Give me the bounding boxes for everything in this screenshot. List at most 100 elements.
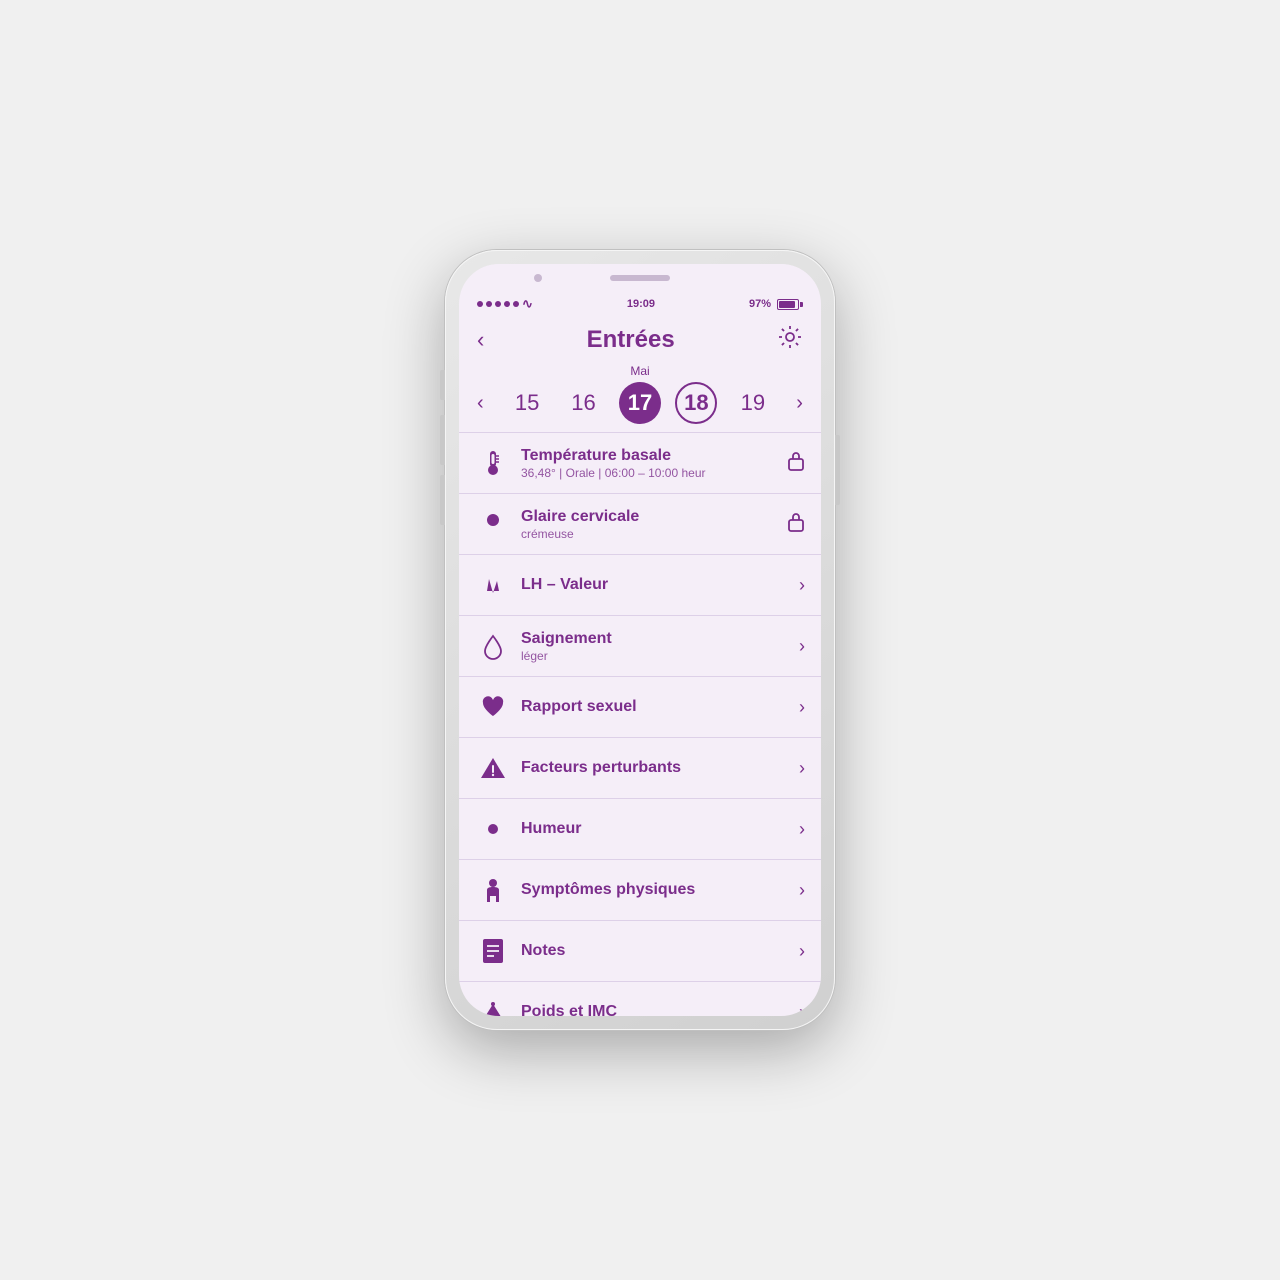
peace-svg <box>479 510 507 538</box>
date-19[interactable]: 19 <box>732 382 774 424</box>
poids-label: Poids et IMC <box>521 1003 789 1016</box>
battery-percent: 97% <box>749 298 771 310</box>
lh-content: LH – Valeur <box>511 576 799 594</box>
date-navigator: ‹ 15 16 17 18 19 › <box>459 382 821 424</box>
settings-button[interactable] <box>777 324 803 356</box>
gear-icon <box>777 324 803 350</box>
menu-item-temperature[interactable]: Température basale 36,48° | Orale | 06:0… <box>459 432 821 493</box>
peace-icon <box>475 506 511 542</box>
menu-item-notes[interactable]: Notes › <box>459 920 821 981</box>
sun-icon <box>475 811 511 847</box>
signal-dot-3 <box>495 301 501 307</box>
symptomes-content: Symptômes physiques <box>511 881 799 899</box>
glaire-sublabel: crémeuse <box>521 527 777 541</box>
heart-icon <box>475 689 511 725</box>
glaire-content: Glaire cervicale crémeuse <box>511 508 787 541</box>
status-bar: ∿ 19:09 97% <box>459 292 821 316</box>
wifi-icon: ∿ <box>522 296 533 312</box>
drop-svg <box>479 632 507 660</box>
lock-icon-2 <box>787 511 805 533</box>
person-icon <box>475 872 511 908</box>
battery-icon <box>777 299 803 310</box>
menu-item-lh[interactable]: LH – Valeur › <box>459 554 821 615</box>
saignement-label: Saignement <box>521 630 789 648</box>
wave-svg <box>479 571 507 599</box>
person-svg <box>479 876 507 904</box>
notes-icon <box>475 933 511 969</box>
menu-item-poids[interactable]: Poids et IMC › <box>459 981 821 1016</box>
lock-icon <box>787 450 805 472</box>
status-time: 19:09 <box>627 298 655 310</box>
date-section: Mai ‹ 15 16 17 18 19 › <box>459 360 821 432</box>
status-right-area: 97% <box>749 298 803 310</box>
prev-date-button[interactable]: ‹ <box>469 392 492 415</box>
phone-speaker <box>610 275 670 281</box>
side-button-power <box>835 435 840 505</box>
humeur-content: Humeur <box>511 820 799 838</box>
menu-list: Température basale 36,48° | Orale | 06:0… <box>459 432 821 1016</box>
menu-item-facteurs[interactable]: Facteurs perturbants › <box>459 737 821 798</box>
menu-item-humeur[interactable]: Humeur › <box>459 798 821 859</box>
poids-content: Poids et IMC <box>511 1003 799 1016</box>
signal-dot-2 <box>486 301 492 307</box>
month-label: Mai <box>630 364 649 378</box>
date-15[interactable]: 15 <box>506 382 548 424</box>
glaire-lock <box>787 511 805 538</box>
signal-area: ∿ <box>477 296 533 312</box>
facteurs-label: Facteurs perturbants <box>521 759 789 777</box>
facteurs-chevron: › <box>799 758 805 779</box>
temperature-label: Température basale <box>521 447 777 465</box>
rapport-chevron: › <box>799 697 805 718</box>
saignement-chevron: › <box>799 636 805 657</box>
signal-dots: ∿ <box>477 296 533 312</box>
warning-svg <box>479 754 507 782</box>
drop-icon <box>475 628 511 664</box>
menu-item-glaire[interactable]: Glaire cervicale crémeuse <box>459 493 821 554</box>
symptomes-label: Symptômes physiques <box>521 881 789 899</box>
menu-item-rapport[interactable]: Rapport sexuel › <box>459 676 821 737</box>
temperature-content: Température basale 36,48° | Orale | 06:0… <box>511 447 787 480</box>
notes-svg <box>479 937 507 965</box>
battery-tip <box>800 302 803 307</box>
battery-fill <box>779 301 795 308</box>
side-button-vol-down <box>440 475 445 525</box>
side-button-vol-up <box>440 415 445 465</box>
notes-chevron: › <box>799 941 805 962</box>
notes-content: Notes <box>511 942 799 960</box>
sun-svg <box>479 815 507 843</box>
saignement-sublabel: léger <box>521 649 789 663</box>
lh-chevron: › <box>799 575 805 596</box>
poids-chevron: › <box>799 1002 805 1017</box>
phone-screen: ∿ 19:09 97% ‹ Entrées <box>459 264 821 1016</box>
heart-svg <box>479 693 507 721</box>
rapport-content: Rapport sexuel <box>511 698 799 716</box>
menu-item-symptomes[interactable]: Symptômes physiques › <box>459 859 821 920</box>
scale-icon <box>475 994 511 1016</box>
glaire-label: Glaire cervicale <box>521 508 777 526</box>
app-header: ‹ Entrées <box>459 316 821 360</box>
warning-icon <box>475 750 511 786</box>
next-date-button[interactable]: › <box>788 392 811 415</box>
humeur-chevron: › <box>799 819 805 840</box>
date-16[interactable]: 16 <box>563 382 605 424</box>
back-button[interactable]: ‹ <box>477 327 484 353</box>
page-title: Entrées <box>587 326 675 354</box>
date-17-selected[interactable]: 17 <box>619 382 661 424</box>
symptomes-chevron: › <box>799 880 805 901</box>
signal-dot-1 <box>477 301 483 307</box>
scale-svg <box>479 998 507 1016</box>
menu-item-saignement[interactable]: Saignement léger › <box>459 615 821 676</box>
front-camera <box>534 274 542 282</box>
wave-icon <box>475 567 511 603</box>
saignement-content: Saignement léger <box>511 630 799 663</box>
date-18-outline[interactable]: 18 <box>675 382 717 424</box>
thermometer-svg <box>479 449 507 477</box>
phone-top-notch <box>459 264 821 292</box>
phone-frame: ∿ 19:09 97% ‹ Entrées <box>445 250 835 1030</box>
facteurs-content: Facteurs perturbants <box>511 759 799 777</box>
rapport-label: Rapport sexuel <box>521 698 789 716</box>
side-button-mute <box>440 370 445 400</box>
battery-body <box>777 299 799 310</box>
lh-label: LH – Valeur <box>521 576 789 594</box>
temperature-sublabel: 36,48° | Orale | 06:00 – 10:00 heur <box>521 466 777 480</box>
